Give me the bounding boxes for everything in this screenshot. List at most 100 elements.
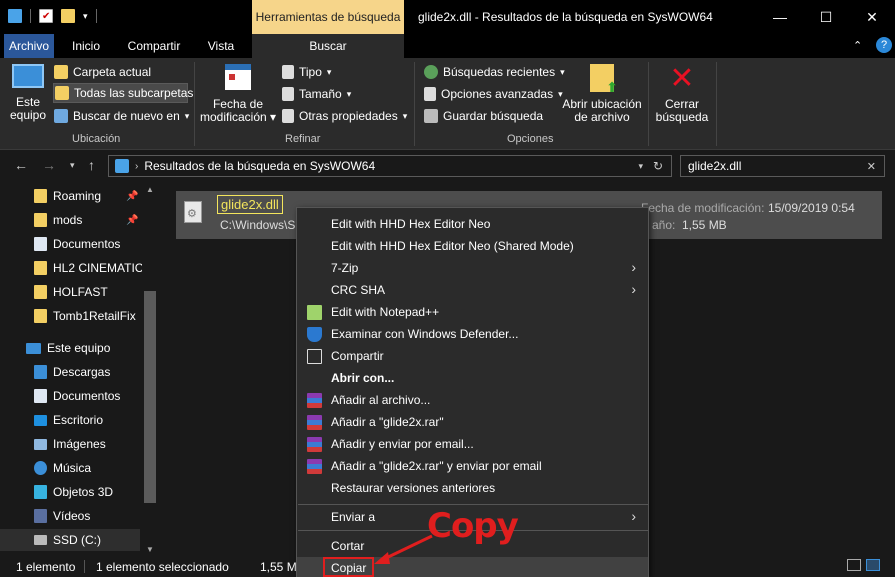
- address-dropdown-icon[interactable]: ▾: [638, 161, 643, 172]
- clear-search-icon[interactable]: ✕: [867, 160, 876, 173]
- new-folder-icon[interactable]: [61, 9, 75, 23]
- window-title: glide2x.dll - Resultados de la búsqueda …: [418, 10, 713, 24]
- group-separator: [414, 62, 415, 146]
- documents-icon: [34, 389, 47, 403]
- details-view-icon[interactable]: [847, 559, 861, 571]
- pin-icon[interactable]: 📌: [126, 191, 138, 202]
- group-separator: [716, 62, 717, 146]
- carpeta-actual-button[interactable]: Carpeta actual: [54, 62, 151, 82]
- forward-arrow-icon[interactable]: →: [42, 157, 56, 173]
- nav-item-holfast[interactable]: HOLFAST: [0, 281, 140, 303]
- nav-item-hl2-cinematic[interactable]: HL2 CINEMATIC: [0, 257, 143, 279]
- buscar-de-nuevo-button[interactable]: Buscar de nuevo en ▾: [54, 106, 189, 126]
- nav-item-tomb1retailfix[interactable]: Tomb1RetailFix: [0, 305, 140, 327]
- qat-dropdown-icon[interactable]: ▾: [83, 11, 88, 22]
- large-icons-view-icon[interactable]: [866, 559, 880, 571]
- nav-item-videos[interactable]: Vídeos: [0, 505, 140, 527]
- nav-scrollbar-thumb[interactable]: [144, 291, 156, 503]
- address-bar[interactable]: › Resultados de la búsqueda en SysWOW64 …: [108, 155, 672, 177]
- folder-icon: [34, 261, 47, 275]
- pin-icon[interactable]: 📌: [126, 215, 138, 226]
- menu-item-anadir-rar-email[interactable]: Añadir a "glide2x.rar" y enviar por emai…: [297, 455, 648, 477]
- menu-item-crc-sha[interactable]: CRC SHA ›: [297, 279, 648, 301]
- tamano-button[interactable]: Tamaño ▾: [282, 84, 351, 104]
- menu-item-windows-defender[interactable]: Examinar con Windows Defender...: [297, 323, 648, 345]
- abrir-ubicacion-button[interactable]: ⬆ Abrir ubicación de archivo: [560, 64, 644, 124]
- search-again-icon: [54, 109, 68, 123]
- nav-item-label: Imágenes: [53, 437, 106, 451]
- open-location-icon: ⬆: [590, 64, 618, 94]
- todas-subcarpetas-label: Todas las subcarpetas: [74, 86, 194, 100]
- downloads-icon: [34, 365, 47, 379]
- objects-3d-icon: [34, 485, 47, 499]
- nav-item-este-equipo[interactable]: Este equipo: [0, 337, 140, 359]
- menu-item-7zip[interactable]: 7-Zip ›: [297, 257, 648, 279]
- guardar-busqueda-button[interactable]: Guardar búsqueda: [424, 106, 543, 126]
- title-bar: ✔ ▾ Herramientas de búsqueda glide2x.dll…: [0, 0, 895, 34]
- menu-item-abrir-con[interactable]: Abrir con...: [297, 367, 648, 389]
- nav-item-escritorio[interactable]: Escritorio: [0, 409, 140, 431]
- maximize-button[interactable]: ☐: [803, 0, 849, 34]
- todas-subcarpetas-button[interactable]: Todas las subcarpetas: [53, 83, 193, 103]
- back-arrow-icon[interactable]: ←: [14, 157, 28, 173]
- nav-item-descargas[interactable]: Descargas: [0, 361, 140, 383]
- up-arrow-icon[interactable]: ↑: [88, 157, 95, 173]
- menu-item-label: Añadir a "glide2x.rar": [331, 415, 444, 429]
- nav-item-ssd-c[interactable]: SSD (C:): [0, 529, 140, 551]
- file-name[interactable]: glide2x.dll: [217, 195, 283, 214]
- nav-scrollbar[interactable]: ▲ ▼: [142, 183, 158, 556]
- collapse-ribbon-icon[interactable]: ⌃: [853, 39, 862, 52]
- tab-inicio[interactable]: Inicio: [62, 34, 110, 58]
- cerrar-busqueda-button[interactable]: ✕ Cerrar búsqueda: [652, 64, 712, 124]
- menu-item-hex-editor-shared[interactable]: Edit with HHD Hex Editor Neo (Shared Mod…: [297, 235, 648, 257]
- menu-item-restaurar-versiones[interactable]: Restaurar versiones anteriores: [297, 477, 648, 499]
- nav-item-objetos-3d[interactable]: Objetos 3D: [0, 481, 140, 503]
- separator: [95, 9, 97, 23]
- nav-item-label: HOLFAST: [53, 285, 108, 299]
- nav-item-label: Escritorio: [53, 413, 104, 427]
- refresh-icon[interactable]: ↻: [653, 159, 663, 173]
- nav-item-documentos[interactable]: Documentos: [0, 233, 140, 255]
- properties-icon[interactable]: ✔: [39, 9, 53, 23]
- busquedas-recientes-button[interactable]: Búsquedas recientes ▾: [424, 62, 565, 82]
- scroll-down-icon[interactable]: ▼: [146, 545, 154, 554]
- menu-item-label: Compartir: [331, 349, 384, 363]
- tab-archivo[interactable]: Archivo: [4, 34, 54, 58]
- tab-buscar[interactable]: Buscar: [252, 34, 404, 58]
- nav-item-roaming[interactable]: Roaming 📌: [0, 185, 140, 207]
- search-input[interactable]: glide2x.dll ✕: [680, 155, 885, 177]
- recent-searches-icon: [424, 65, 438, 79]
- menu-item-notepad-plus-plus[interactable]: Edit with Notepad++: [297, 301, 648, 323]
- otras-propiedades-button[interactable]: Otras propiedades ▾: [282, 106, 407, 126]
- menu-item-anadir-archivo[interactable]: Añadir al archivo...: [297, 389, 648, 411]
- scroll-up-icon[interactable]: ▲: [146, 185, 154, 194]
- help-icon[interactable]: ?: [876, 37, 892, 53]
- nav-item-label: Roaming: [53, 189, 102, 203]
- menu-item-anadir-rar[interactable]: Añadir a "glide2x.rar": [297, 411, 648, 433]
- group-label-opciones: Opciones: [507, 133, 554, 145]
- menu-item-anadir-email[interactable]: Añadir y enviar por email...: [297, 433, 648, 455]
- close-button[interactable]: ✕: [849, 0, 895, 34]
- status-selected: 1 elemento seleccionado: [96, 560, 229, 574]
- tab-compartir[interactable]: Compartir: [118, 34, 190, 58]
- fecha-modificacion-button[interactable]: Fecha de modificación ▾: [199, 64, 277, 124]
- busquedas-recientes-label: Búsquedas recientes: [443, 65, 556, 79]
- recent-locations-icon[interactable]: ▾: [70, 160, 75, 171]
- tipo-button[interactable]: Tipo ▾: [282, 62, 331, 82]
- minimize-button[interactable]: —: [757, 0, 803, 34]
- size-value: 1,55 MB: [682, 218, 727, 232]
- opciones-avanzadas-button[interactable]: Opciones avanzadas ▾: [424, 84, 563, 104]
- este-equipo-button[interactable]: Este equipo: [8, 64, 48, 122]
- navigation-pane: Roaming 📌 mods 📌 Documentos HL2 CINEMATI…: [0, 183, 158, 556]
- nav-item-label: Descargas: [53, 365, 111, 379]
- menu-item-hex-editor[interactable]: Edit with HHD Hex Editor Neo: [297, 213, 648, 235]
- abrir-ubicacion-label-2: de archivo: [574, 110, 630, 124]
- tab-vista[interactable]: Vista: [198, 34, 244, 58]
- nav-item-documentos-pc[interactable]: Documentos: [0, 385, 140, 407]
- nav-item-imagenes[interactable]: Imágenes: [0, 433, 140, 455]
- nav-item-mods[interactable]: mods 📌: [0, 209, 140, 231]
- menu-item-compartir[interactable]: Compartir: [297, 345, 648, 367]
- nav-item-musica[interactable]: Música: [0, 457, 140, 479]
- menu-item-label: Añadir a "glide2x.rar" y enviar por emai…: [331, 459, 542, 473]
- annotation-label: Copy: [427, 506, 519, 546]
